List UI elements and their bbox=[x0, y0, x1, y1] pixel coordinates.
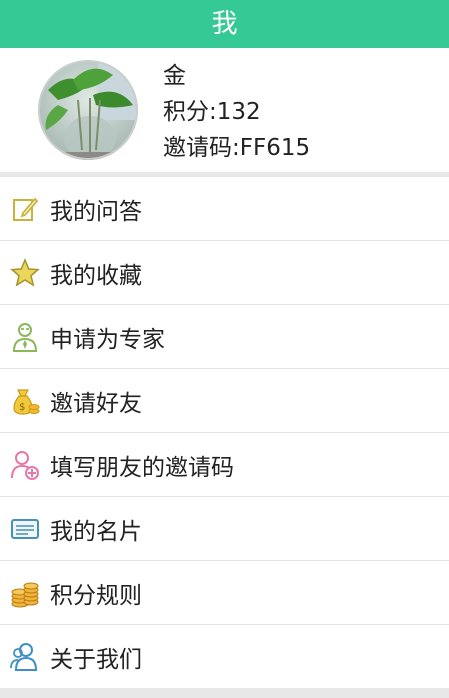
invite-code-value: FF615 bbox=[239, 135, 311, 161]
menu-list: 我的问答 我的收藏 申请为专家 $ 邀请好友 填写朋友的邀请码 我的名片 积分规… bbox=[0, 177, 449, 689]
users-icon bbox=[10, 642, 40, 672]
coins-icon bbox=[10, 578, 40, 608]
avatar-image bbox=[38, 60, 138, 160]
top-bar: 我 bbox=[0, 0, 449, 48]
user-name-text: 金 bbox=[163, 63, 186, 89]
menu-label: 关于我们 bbox=[50, 646, 142, 673]
menu-label: 我的名片 bbox=[50, 518, 142, 545]
menu-label: 填写朋友的邀请码 bbox=[50, 454, 234, 481]
points-value: 132 bbox=[216, 99, 261, 125]
menu-item-my-favorites[interactable]: 我的收藏 bbox=[0, 241, 449, 305]
edit-icon bbox=[10, 194, 40, 224]
invite-code-row: 邀请码: FF615 bbox=[163, 130, 310, 166]
user-name: 金 bbox=[163, 58, 310, 94]
invite-code-label: 邀请码: bbox=[163, 135, 240, 161]
svg-text:$: $ bbox=[19, 402, 25, 413]
menu-item-enter-invite-code[interactable]: 填写朋友的邀请码 bbox=[0, 433, 449, 497]
profile-info: 金 积分: 132 邀请码: FF615 bbox=[163, 58, 310, 166]
menu-item-invite-friends[interactable]: $ 邀请好友 bbox=[0, 369, 449, 433]
menu-item-my-qa[interactable]: 我的问答 bbox=[0, 177, 449, 241]
money-bag-icon: $ bbox=[10, 386, 40, 416]
bottom-divider bbox=[0, 688, 449, 698]
menu-label: 积分规则 bbox=[50, 582, 142, 609]
menu-item-my-card[interactable]: 我的名片 bbox=[0, 497, 449, 561]
star-icon bbox=[10, 257, 40, 288]
menu-item-about-us[interactable]: 关于我们 bbox=[0, 625, 449, 689]
add-user-icon bbox=[10, 450, 40, 480]
menu-label: 申请为专家 bbox=[50, 326, 165, 353]
points-label: 积分: bbox=[163, 99, 217, 125]
points-row: 积分: 132 bbox=[163, 94, 310, 130]
menu-label: 我的收藏 bbox=[50, 262, 142, 289]
menu-label: 我的问答 bbox=[50, 198, 142, 225]
menu-item-points-rules[interactable]: 积分规则 bbox=[0, 561, 449, 625]
avatar[interactable] bbox=[38, 60, 138, 160]
card-icon bbox=[10, 514, 40, 544]
page-title: 我 bbox=[211, 9, 238, 39]
profile-card[interactable]: 金 积分: 132 邀请码: FF615 bbox=[0, 48, 449, 172]
menu-label: 邀请好友 bbox=[50, 390, 142, 417]
menu-item-apply-expert[interactable]: 申请为专家 bbox=[0, 305, 449, 369]
expert-icon bbox=[10, 322, 40, 352]
